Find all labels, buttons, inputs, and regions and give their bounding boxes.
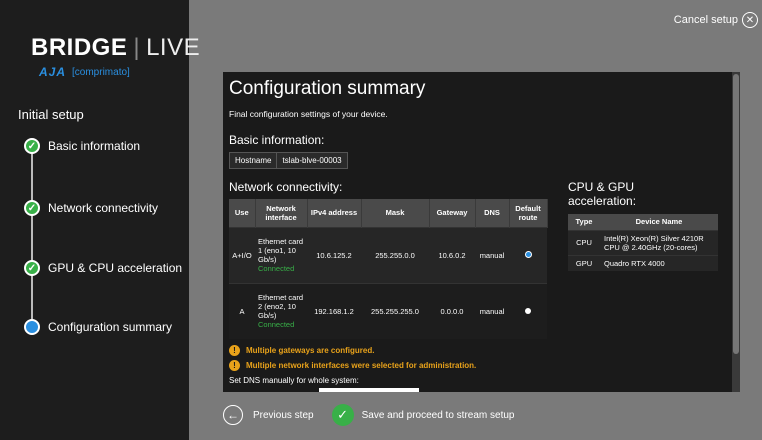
device-name-cell: Intel(R) Xeon(R) Silver 4210R CPU @ 2.40…	[600, 229, 718, 255]
default-route-radio[interactable]	[525, 307, 531, 314]
use-cell: A	[229, 282, 255, 339]
save-proceed-label[interactable]: Save and proceed to stream setup	[362, 410, 515, 421]
logo-bridge-text: BRIDGE	[31, 34, 128, 61]
default-route-cell	[509, 282, 547, 339]
warning-text: Multiple network interfaces were selecte…	[246, 361, 477, 370]
logo-live-text: LIVE	[146, 34, 201, 61]
mask-cell: 255.255.255.0	[361, 282, 429, 339]
gateway-cell: 10.6.0.2	[429, 226, 475, 283]
step-label: Configuration summary	[48, 320, 173, 334]
step-network-connectivity[interactable]: ✓ Network connectivity	[24, 200, 158, 216]
comprimato-logo: [comprimato]	[72, 66, 130, 78]
step-label: GPU & CPU acceleration	[48, 261, 183, 275]
checkmark-icon: ✓	[24, 138, 40, 154]
ipv4-cell: 10.6.125.2	[307, 226, 361, 283]
dns-input[interactable]	[319, 388, 419, 392]
initial-setup-heading: Initial setup	[18, 107, 84, 122]
arrow-left-icon: ←	[227, 408, 239, 422]
close-icon: ✕	[742, 12, 758, 28]
column-header: Gateway	[429, 199, 476, 227]
gateway-cell: 0.0.0.0	[429, 282, 475, 339]
dns-manual-label: Set DNS manually for whole system:	[229, 376, 359, 385]
hostname-field: Hostname tslab-blve-00003	[229, 152, 348, 169]
previous-step-button[interactable]: ←	[223, 405, 243, 425]
checkmark-icon: ✓	[337, 407, 349, 422]
column-header: Network interface	[255, 199, 308, 227]
table-row: A+I/O Ethernet card 1 (eno1, 10 Gb/s) Co…	[229, 226, 547, 283]
interface-cell: Ethernet card 1 (eno1, 10 Gb/s) Connecte…	[255, 226, 307, 283]
dns-cell: manual	[475, 226, 509, 283]
configuration-summary-panel: Configuration summary Final configuratio…	[223, 72, 740, 392]
connection-status: Connected	[258, 320, 295, 330]
table-row: A Ethernet card 2 (eno2, 10 Gb/s) Connec…	[229, 282, 547, 339]
interface-name: Ethernet card 2 (eno2, 10 Gb/s)	[258, 293, 304, 321]
warning-text: Multiple gateways are configured.	[246, 346, 375, 355]
step-label: Network connectivity	[48, 201, 159, 215]
use-cell: A+I/O	[229, 226, 255, 283]
default-route-radio-selected[interactable]	[524, 250, 532, 258]
page-title: Configuration summary	[229, 78, 426, 99]
scrollbar-track[interactable]	[732, 72, 740, 392]
interface-name: Ethernet card 1 (eno1, 10 Gb/s)	[258, 237, 304, 264]
column-header: Type	[568, 214, 600, 230]
column-header: Device Name	[600, 214, 718, 230]
checkmark-icon: ✓	[24, 200, 40, 216]
network-heading: Network connectivity:	[229, 180, 343, 194]
aja-logo: AJA	[39, 65, 67, 79]
column-header: Default route	[509, 199, 548, 227]
step-configuration-summary[interactable]: Configuration summary	[24, 319, 172, 335]
step-label: Basic information	[48, 139, 141, 153]
bridge-live-logo: BRIDGE | LIVE AJA [comprimato]	[31, 34, 200, 79]
table-row: GPU Quadro RTX 4000	[568, 254, 718, 271]
hostname-label: Hostname	[230, 153, 278, 168]
warning-icon: !	[229, 360, 240, 371]
previous-step-label[interactable]: Previous step	[253, 410, 314, 421]
step-basic-information[interactable]: ✓ Basic information	[24, 138, 140, 154]
warning-message: ! Multiple network interfaces were selec…	[229, 360, 476, 371]
column-header: IPv4 address	[307, 199, 362, 227]
step-gpu-cpu-acceleration[interactable]: ✓ GPU & CPU acceleration	[24, 260, 182, 276]
cpu-gpu-heading: CPU & GPU acceleration:	[568, 180, 637, 208]
sidebar: BRIDGE | LIVE AJA [comprimato] Initial s…	[0, 0, 200, 440]
acceleration-table: Type Device Name CPU Intel(R) Xeon(R) Si…	[568, 214, 718, 271]
logo-separator: |	[133, 34, 141, 61]
device-name-cell: Quadro RTX 4000	[600, 254, 718, 271]
scrollbar-thumb[interactable]	[733, 74, 739, 354]
table-row: CPU Intel(R) Xeon(R) Silver 4210R CPU @ …	[568, 229, 718, 255]
dns-cell: manual	[475, 282, 509, 339]
default-route-cell	[509, 226, 547, 283]
network-table: Use Network interface IPv4 address Mask …	[229, 199, 548, 339]
page-subtitle: Final configuration settings of your dev…	[229, 109, 388, 119]
interface-cell: Ethernet card 2 (eno2, 10 Gb/s) Connecte…	[255, 282, 307, 339]
device-type-cell: CPU	[568, 229, 600, 255]
current-step-icon	[24, 319, 40, 335]
column-header: Use	[229, 199, 256, 227]
footer-navigation: ← Previous step ✓ Save and proceed to st…	[223, 404, 514, 426]
basic-info-heading: Basic information:	[229, 133, 325, 147]
warning-icon: !	[229, 345, 240, 356]
column-header: DNS	[475, 199, 510, 227]
steps-connector-line	[31, 148, 33, 328]
cancel-setup-label: Cancel setup	[673, 14, 738, 26]
checkmark-icon: ✓	[24, 260, 40, 276]
hostname-value: tslab-blve-00003	[282, 156, 342, 165]
mask-cell: 255.255.0.0	[361, 226, 429, 283]
device-type-cell: GPU	[568, 254, 600, 271]
save-proceed-button[interactable]: ✓	[331, 404, 354, 426]
warning-message: ! Multiple gateways are configured.	[229, 345, 374, 356]
connection-status: Connected	[258, 264, 295, 273]
cancel-setup-button[interactable]: Cancel setup ✕	[674, 12, 758, 28]
column-header: Mask	[361, 199, 430, 227]
ipv4-cell: 192.168.1.2	[307, 282, 361, 339]
